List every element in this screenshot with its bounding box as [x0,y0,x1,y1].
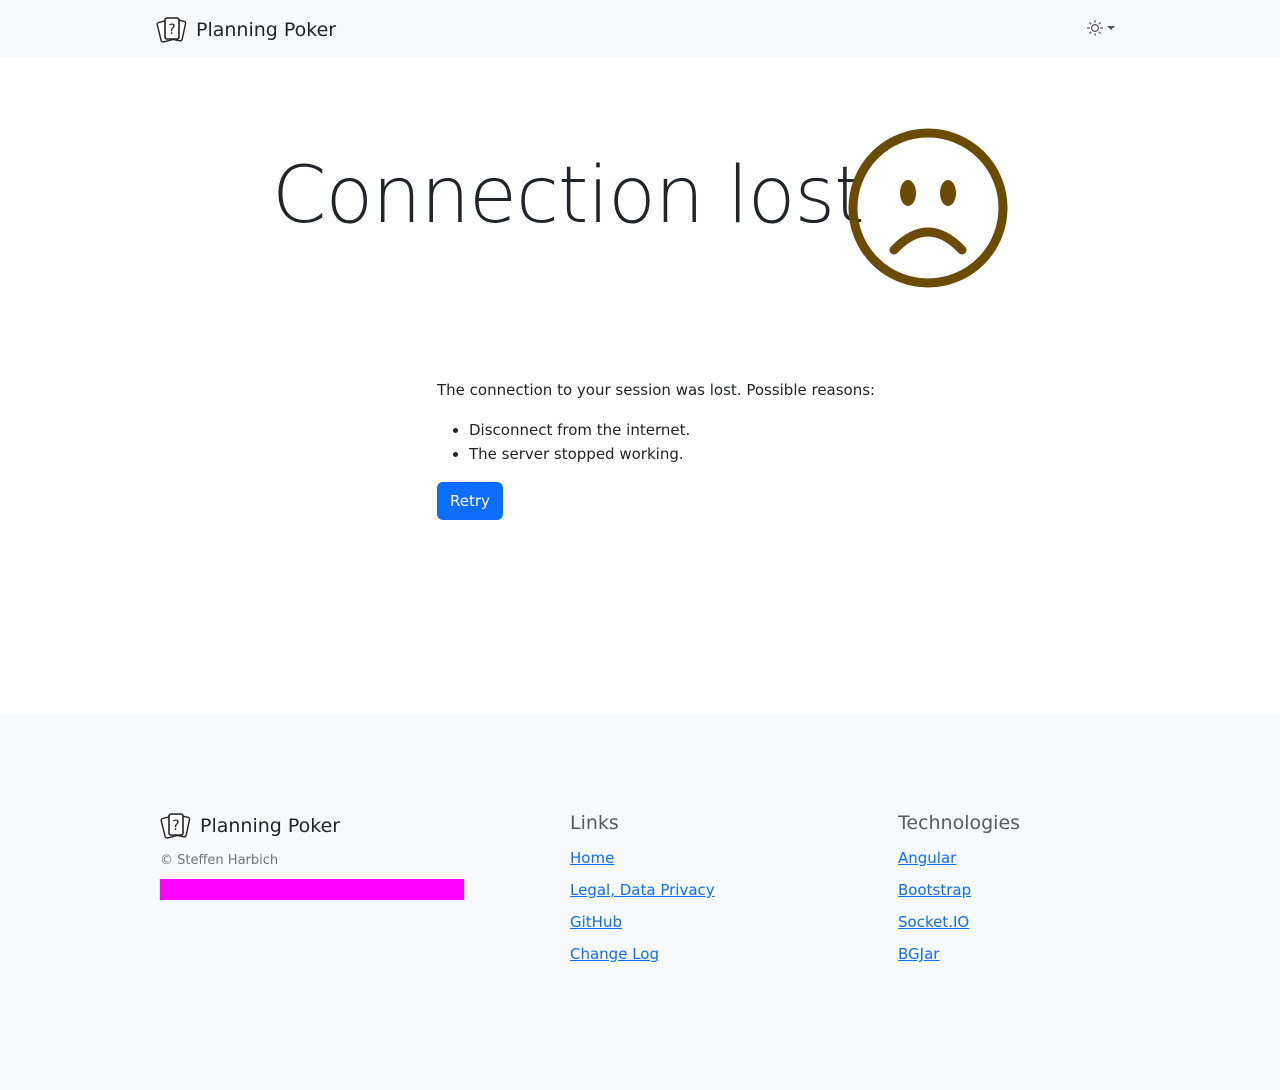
page-title: Connection lost [272,151,865,241]
svg-text:?: ? [168,22,175,38]
links-heading: Links [570,812,619,834]
redacted-block [160,879,464,900]
sun-icon [1086,19,1104,37]
footer-tech-column: Technologies Angular Bootstrap Socket.IO… [898,810,1020,970]
cards-icon: ? [156,17,187,43]
theme-dropdown[interactable] [1086,19,1115,37]
chevron-down-icon [1107,26,1115,30]
message-intro: The connection to your session was lost.… [437,381,876,399]
technologies-heading: Technologies [898,812,1021,834]
svg-text:?: ? [172,818,179,834]
link-angular[interactable]: Angular [898,849,956,867]
cards-icon: ? [160,813,191,839]
list-item: The server stopped working. [469,442,937,466]
brand-link[interactable]: ? Planning Poker [156,14,336,46]
message-section: The connection to your session was lost.… [437,378,937,520]
footer: ? Planning Poker © Steffen Harbich Links… [0,714,1280,1090]
link-github[interactable]: GitHub [570,913,622,931]
brand-name: Planning Poker [196,19,337,41]
link-bootstrap[interactable]: Bootstrap [898,881,971,899]
link-home[interactable]: Home [570,849,614,867]
list-item: Disconnect from the internet. [469,418,937,442]
navbar: ? Planning Poker [0,0,1280,58]
sad-face-icon [848,128,1008,288]
copyright: © Steffen Harbich [160,853,279,868]
link-bgjar[interactable]: BGJar [898,945,939,963]
footer-links-column: Links Home Legal, Data Privacy GitHub Ch… [570,810,715,970]
reasons-list: Disconnect from the internet. The server… [437,418,937,466]
link-socketio[interactable]: Socket.IO [898,913,969,931]
footer-brand-name: Planning Poker [200,815,341,837]
footer-brand: ? Planning Poker [160,810,340,842]
retry-button[interactable]: Retry [437,482,503,520]
link-legal[interactable]: Legal, Data Privacy [570,881,715,899]
link-changelog[interactable]: Change Log [570,945,659,963]
